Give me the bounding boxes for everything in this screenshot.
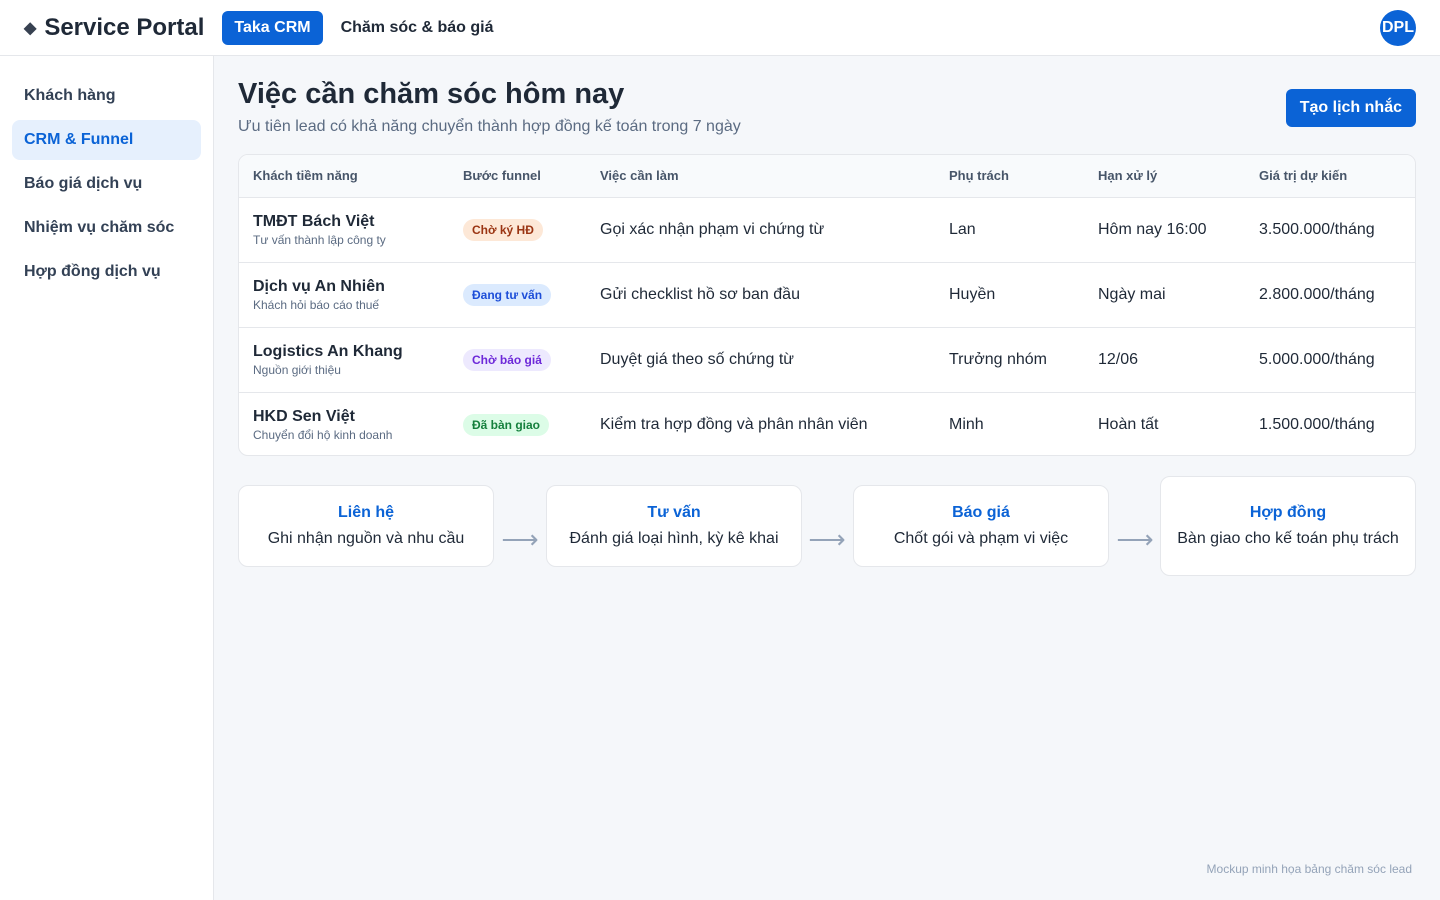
footnote: Mockup minh họa bảng chăm sóc lead: [1206, 862, 1412, 876]
funnel-step-title: Hợp đồng: [1249, 504, 1327, 521]
arrow-right-icon: ⟶: [501, 524, 539, 554]
create-reminder-button[interactable]: Tạo lịch nhắc: [1285, 89, 1416, 127]
column-header: Giá trị dự kiến: [1245, 155, 1415, 198]
table-row[interactable]: Dịch vụ An Nhiên Khách hỏi báo cáo thuế …: [239, 262, 1415, 328]
customer-cell: HKD Sen Việt Chuyển đổi hộ kinh doanh: [239, 392, 449, 455]
task-cell: Gọi xác nhận phạm vi chứng từ: [586, 197, 935, 263]
stage-cell: Đang tư vấn: [449, 262, 586, 328]
page-title: Việc cần chăm sóc hôm nay: [238, 78, 625, 110]
value-cell: 3.500.000/tháng: [1245, 197, 1415, 263]
customer-note: Nguồn giới thiệu: [253, 362, 341, 377]
table-row[interactable]: HKD Sen Việt Chuyển đổi hộ kinh doanh Đã…: [239, 392, 1415, 455]
value-cell: 5.000.000/tháng: [1245, 327, 1415, 393]
brand-name: Service Portal: [44, 13, 205, 41]
table-row[interactable]: TMĐT Bách Việt Tư vấn thành lập công ty …: [239, 197, 1415, 263]
funnel-step-bao-gia[interactable]: Báo giá Chốt gói và phạm vi việc: [853, 485, 1109, 567]
customer-cell: Logistics An Khang Nguồn giới thiệu: [239, 327, 449, 393]
table-header-row: Khách tiềm năng Bước funnel Việc cần làm…: [239, 155, 1415, 198]
owner-cell: Trưởng nhóm: [935, 327, 1084, 393]
owner-cell: Minh: [949, 415, 984, 433]
column-header: Việc cần làm: [586, 155, 935, 198]
status-badge: Đã bàn giao: [463, 413, 550, 436]
funnel-step-desc: Đánh giá loại hình, kỳ kê khai: [569, 530, 779, 547]
task-cell: Kiểm tra hợp đồng và phân nhân viên: [600, 415, 868, 433]
column-header: Hạn xử lý: [1084, 155, 1245, 198]
customer-name[interactable]: Logistics An Khang: [253, 342, 435, 362]
sidebar-item-hop-dong[interactable]: Hợp đồng dịch vụ: [12, 252, 201, 292]
due-cell: Ngày mai: [1084, 262, 1245, 328]
funnel-step-title: Tư vấn: [647, 504, 701, 521]
status-badge: Chờ ký HĐ: [463, 218, 543, 241]
customer-name[interactable]: TMĐT Bách Việt: [253, 212, 435, 232]
brand[interactable]: ◆ Service Portal: [24, 14, 204, 42]
sidebar-item-crm-funnel[interactable]: CRM & Funnel: [12, 120, 201, 160]
sidebar-item-khach-hang[interactable]: Khách hàng: [12, 76, 201, 116]
tab-taka-crm[interactable]: Taka CRM: [222, 10, 323, 45]
customer-cell: Dịch vụ An Nhiên Khách hỏi báo cáo thuế: [239, 262, 449, 328]
sidebar-item-bao-gia[interactable]: Báo giá dịch vụ: [12, 164, 201, 204]
funnel-step-hop-dong[interactable]: Hợp đồng Bàn giao cho kế toán phụ trách: [1160, 476, 1416, 576]
top-bar: ◆ Service Portal Taka CRM Chăm sóc & báo…: [0, 0, 1440, 56]
due-cell: Hôm nay 16:00: [1084, 197, 1245, 263]
task-cell: Duyệt giá theo số chứng từ: [586, 327, 935, 393]
tab-cham-soc-bao-gia[interactable]: Chăm sóc & báo giá: [329, 11, 506, 45]
sidebar: Khách hàng CRM & Funnel Báo giá dịch vụ …: [0, 56, 214, 900]
arrow-right-icon: ⟶: [808, 524, 846, 554]
customer-note: Tư vấn thành lập công ty: [253, 232, 386, 247]
owner-cell: Lan: [935, 197, 1084, 263]
value-cell: 2.800.000/tháng: [1245, 262, 1415, 328]
funnel-step-title: Liên hệ: [337, 504, 394, 521]
funnel-step-desc: Chốt gói và phạm vi việc: [893, 530, 1069, 547]
sidebar-item-nhiem-vu[interactable]: Nhiệm vụ chăm sóc: [12, 208, 201, 248]
value-cell: 1.500.000/tháng: [1259, 415, 1375, 433]
stage-cell: Chờ báo giá: [449, 327, 586, 393]
page-subtitle: Ưu tiên lead có khả năng chuyển thành hợ…: [238, 118, 741, 135]
customer-note: Chuyển đổi hộ kinh doanh: [253, 427, 393, 442]
funnel-step-title: Báo giá: [952, 504, 1010, 521]
stage-cell: Chờ ký HĐ: [449, 197, 586, 263]
owner-cell: Huyền: [935, 262, 1084, 328]
customer-name[interactable]: Dịch vụ An Nhiên: [253, 277, 435, 297]
customer-name[interactable]: HKD Sen Việt: [253, 407, 435, 427]
funnel-step-desc: Ghi nhận nguồn và nhu cầu: [267, 530, 465, 547]
task-cell: Gửi checklist hồ sơ ban đầu: [586, 262, 935, 328]
column-header: Bước funnel: [449, 155, 586, 198]
column-header: Phụ trách: [935, 155, 1084, 198]
stage-cell: Đã bàn giao: [449, 392, 586, 455]
leads-table: Khách tiềm năng Bước funnel Việc cần làm…: [238, 154, 1416, 456]
customer-cell: TMĐT Bách Việt Tư vấn thành lập công ty: [239, 197, 449, 263]
due-cell: 12/06: [1084, 327, 1245, 393]
arrow-right-icon: ⟶: [1116, 524, 1154, 554]
avatar[interactable]: DPL: [1380, 10, 1416, 46]
status-badge: Đang tư vấn: [463, 283, 552, 306]
status-badge: Chờ báo giá: [463, 348, 551, 371]
funnel-step-desc: Bàn giao cho kế toán phụ trách: [1177, 530, 1399, 547]
diamond-icon: ◆: [24, 19, 37, 37]
column-header: Khách tiềm năng: [239, 155, 449, 198]
funnel-step-lien-he[interactable]: Liên hệ Ghi nhận nguồn và nhu cầu: [238, 485, 494, 567]
customer-note: Khách hỏi báo cáo thuế: [253, 297, 380, 312]
table-row[interactable]: Logistics An Khang Nguồn giới thiệu Chờ …: [239, 327, 1415, 393]
due-cell: Hoàn tất: [1098, 415, 1159, 433]
funnel-step-tu-van[interactable]: Tư vấn Đánh giá loại hình, kỳ kê khai: [546, 485, 802, 567]
